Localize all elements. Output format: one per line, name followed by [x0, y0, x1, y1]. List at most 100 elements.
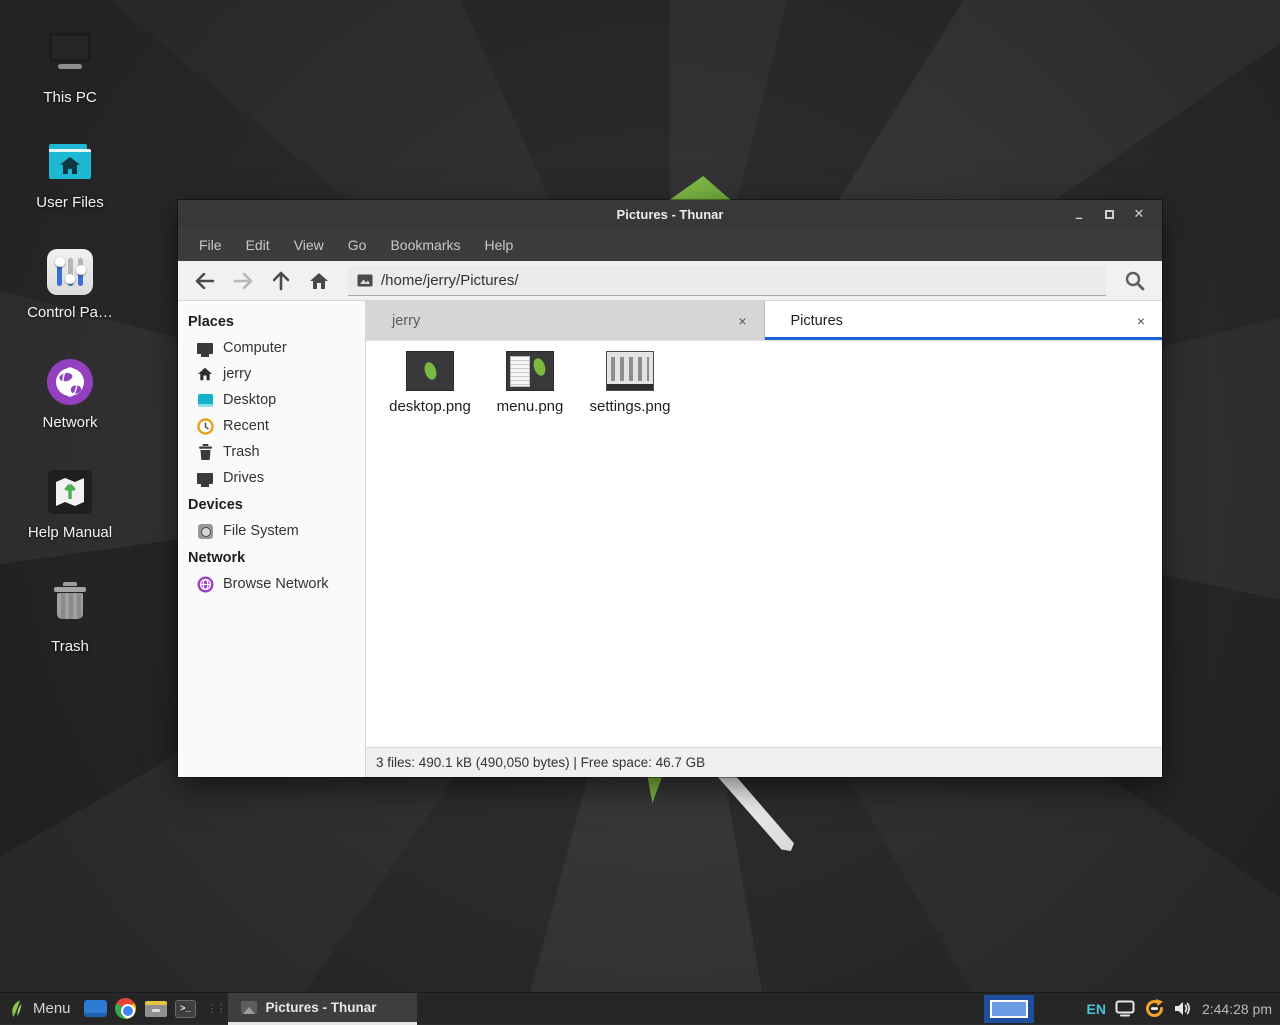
- sidebar-item-label: Computer: [223, 340, 287, 356]
- back-button[interactable]: [186, 266, 224, 296]
- maximize-button[interactable]: [1094, 200, 1124, 228]
- sidebar-item-drives[interactable]: Drives: [178, 465, 365, 491]
- browser-launcher[interactable]: [111, 993, 141, 1025]
- thunar-window: Pictures - Thunar – ✕ File Edit View Go …: [178, 200, 1162, 777]
- mint-logo-icon: [8, 1000, 25, 1018]
- tab-close-icon[interactable]: ×: [734, 313, 752, 329]
- display-tray-icon[interactable]: [1115, 1000, 1135, 1017]
- sidebar-header-network: Network: [178, 544, 365, 571]
- menu-bookmarks[interactable]: Bookmarks: [378, 231, 472, 259]
- control-panel-sliders-icon: [46, 248, 94, 296]
- desktop-icon-label: Trash: [22, 639, 118, 656]
- desktop-icon-label: Control Pa…: [22, 305, 118, 322]
- main-pane: jerry × Pictures × desktop.png: [366, 301, 1162, 777]
- forward-button[interactable]: [224, 266, 262, 296]
- file-manager-launcher[interactable]: [141, 993, 171, 1025]
- desktop-icon-label: Network: [22, 415, 118, 432]
- user-files-folder-icon: [46, 138, 94, 186]
- workspace-switcher[interactable]: [984, 995, 1034, 1023]
- sidebar-item-label: Trash: [223, 444, 260, 460]
- tab-jerry[interactable]: jerry ×: [366, 301, 765, 340]
- minimize-button[interactable]: –: [1064, 200, 1094, 228]
- close-button[interactable]: ✕: [1124, 200, 1154, 228]
- show-desktop-launcher[interactable]: [81, 993, 111, 1025]
- file-list[interactable]: desktop.png menu.png settings.png: [366, 341, 1162, 747]
- up-button[interactable]: [262, 266, 300, 296]
- path-text: /home/jerry/Pictures/: [381, 272, 519, 289]
- file-name: menu.png: [480, 398, 580, 415]
- drives-icon: [196, 469, 214, 487]
- sidebar-item-recent[interactable]: Recent: [178, 413, 365, 439]
- menu-button[interactable]: Menu: [0, 993, 81, 1025]
- status-text: 3 files: 490.1 kB (490,050 bytes) | Free…: [376, 755, 705, 770]
- menubar: File Edit View Go Bookmarks Help: [178, 228, 1162, 261]
- active-workspace: [990, 1000, 1028, 1018]
- file-name: settings.png: [580, 398, 680, 415]
- task-button-thunar[interactable]: Pictures - Thunar: [228, 993, 417, 1025]
- desktop-icon-label: Help Manual: [22, 525, 118, 542]
- terminal-icon: >_: [175, 1000, 196, 1018]
- this-pc-icon: [46, 33, 94, 81]
- tab-bar: jerry × Pictures ×: [366, 301, 1162, 341]
- keyboard-layout-indicator[interactable]: EN: [1086, 1001, 1105, 1017]
- settings-png-thumbnail: [606, 351, 654, 391]
- show-desktop-icon: [84, 1000, 107, 1017]
- file-settings-png[interactable]: settings.png: [580, 351, 680, 415]
- desktop-icon-control-panel[interactable]: Control Pa…: [22, 248, 118, 322]
- clock[interactable]: 2:44:28 pm: [1202, 1001, 1272, 1017]
- sidebar-item-label: Desktop: [223, 392, 276, 408]
- sidebar-item-label: Recent: [223, 418, 269, 434]
- desktop-icon-trash[interactable]: Trash: [22, 578, 118, 656]
- toolbar: /home/jerry/Pictures/: [178, 261, 1162, 301]
- sidebar-item-browse-network[interactable]: Browse Network: [178, 571, 365, 597]
- menu-view[interactable]: View: [282, 231, 336, 259]
- sidebar-header-places: Places: [178, 308, 365, 335]
- menu-help[interactable]: Help: [473, 231, 526, 259]
- path-bar[interactable]: /home/jerry/Pictures/: [348, 266, 1106, 296]
- sidebar-item-label: Browse Network: [223, 576, 329, 592]
- system-tray: EN: [1086, 998, 1192, 1019]
- file-desktop-png[interactable]: desktop.png: [380, 351, 480, 415]
- file-menu-png[interactable]: menu.png: [480, 351, 580, 415]
- tab-close-icon[interactable]: ×: [1132, 313, 1150, 329]
- sidebar-item-trash[interactable]: Trash: [178, 439, 365, 465]
- desktop-icon-user-files[interactable]: User Files: [22, 138, 118, 212]
- chrome-icon: [115, 998, 136, 1019]
- tab-pictures[interactable]: Pictures ×: [765, 301, 1163, 340]
- sidebar-item-desktop[interactable]: Desktop: [178, 387, 365, 413]
- desktop-icon-network[interactable]: Network: [22, 358, 118, 432]
- desktop-icon-this-pc[interactable]: This PC: [22, 28, 118, 107]
- sidebar-item-label: Drives: [223, 470, 264, 486]
- tab-label: jerry: [392, 313, 420, 329]
- home-icon: [196, 365, 214, 383]
- tasklist-handle[interactable]: ⋮⋮: [201, 1004, 228, 1014]
- window-picture-icon: [241, 1001, 257, 1014]
- sidebar-item-label: File System: [223, 523, 299, 539]
- menu-go[interactable]: Go: [336, 231, 379, 259]
- search-icon: [1124, 270, 1146, 292]
- window-controls: – ✕: [1064, 200, 1154, 228]
- desktop-icon-help-manual[interactable]: Help Manual: [22, 468, 118, 542]
- sidebar-item-file-system[interactable]: File System: [178, 518, 365, 544]
- update-manager-tray-icon[interactable]: [1144, 998, 1165, 1019]
- file-cabinet-icon: [145, 1001, 167, 1017]
- terminal-launcher[interactable]: >_: [171, 993, 201, 1025]
- sidebar-item-computer[interactable]: Computer: [178, 335, 365, 361]
- volume-tray-icon[interactable]: [1174, 1000, 1193, 1017]
- sidebar-item-label: jerry: [223, 366, 251, 382]
- network-globe-icon: [46, 358, 94, 406]
- up-arrow-icon: [273, 271, 289, 291]
- desktop-png-thumbnail: [406, 351, 454, 391]
- menu-file[interactable]: File: [187, 231, 234, 259]
- sidebar-item-jerry-home[interactable]: jerry: [178, 361, 365, 387]
- window-title: Pictures - Thunar: [617, 207, 724, 222]
- titlebar[interactable]: Pictures - Thunar – ✕: [178, 200, 1162, 228]
- task-button-label: Pictures - Thunar: [266, 1000, 377, 1015]
- home-button[interactable]: [300, 266, 338, 296]
- file-name: desktop.png: [380, 398, 480, 415]
- menu-edit[interactable]: Edit: [234, 231, 282, 259]
- home-icon: [309, 272, 329, 290]
- hard-drive-icon: [196, 522, 214, 540]
- search-button[interactable]: [1116, 266, 1154, 296]
- sidebar: Places Computer jerry Desktop: [178, 301, 366, 777]
